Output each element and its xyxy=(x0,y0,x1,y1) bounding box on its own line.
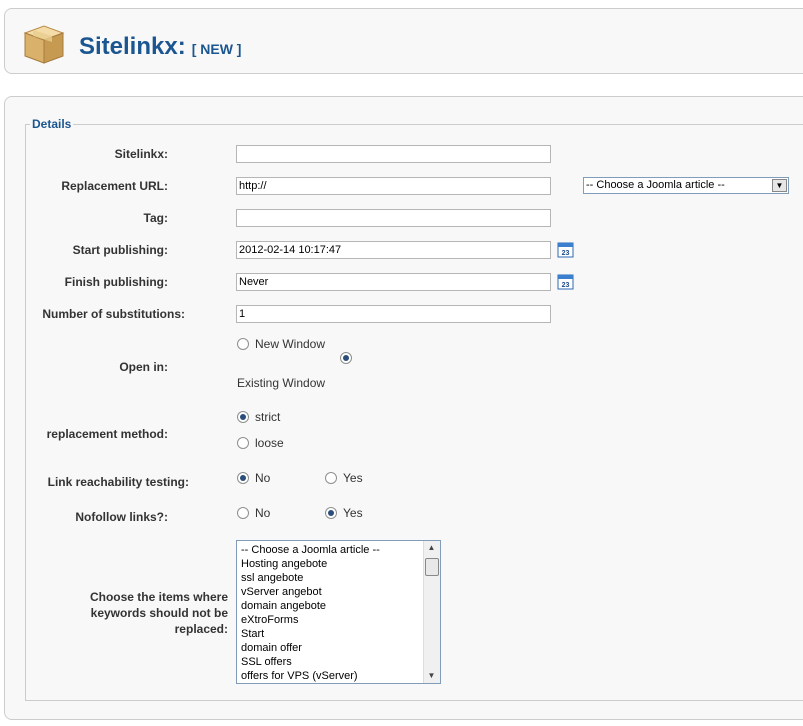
nofollow-yes-radio[interactable] xyxy=(325,507,337,519)
package-box-icon xyxy=(23,25,65,64)
calendar-icon[interactable]: 23 xyxy=(557,273,574,290)
open-in-option-label: New Window xyxy=(255,337,326,351)
open-in-existing-window-radio[interactable] xyxy=(340,352,352,364)
exclude-items-listbox[interactable]: -- Choose a Joomla article -- Hosting an… xyxy=(236,540,441,684)
scroll-down-arrow-icon[interactable]: ▼ xyxy=(424,669,439,683)
list-item[interactable]: -- Choose a Joomla article -- xyxy=(241,543,380,557)
list-item[interactable]: Hosting angebote xyxy=(241,557,380,571)
list-item[interactable]: eXtroForms xyxy=(241,613,380,627)
list-item[interactable]: SSL offers xyxy=(241,655,380,669)
start-publishing-label: Start publishing: xyxy=(72,243,168,257)
open-in-option-label: Existing Window xyxy=(237,376,326,390)
page-title-text: Sitelinkx: xyxy=(79,33,186,60)
svg-text:23: 23 xyxy=(562,282,570,289)
page-header: Sitelinkx: [ NEW ] xyxy=(4,8,803,74)
nofollow-option-label: Yes xyxy=(343,506,363,520)
replacement-option-label: strict xyxy=(255,410,281,424)
dropdown-arrow-icon[interactable]: ▼ xyxy=(772,179,787,192)
finish-publishing-label: Finish publishing: xyxy=(64,275,168,289)
nofollow-label: Nofollow links?: xyxy=(75,510,168,524)
page-title-tag: [ NEW ] xyxy=(191,41,242,57)
exclude-items-label-line: Choose the items where xyxy=(89,590,228,604)
replacement-url-label: Replacement URL: xyxy=(61,179,168,193)
sitelinkx-label: Sitelinkx: xyxy=(114,147,168,161)
replacement-option-label: loose xyxy=(255,436,284,450)
finish-publishing-input[interactable] xyxy=(236,273,551,291)
nofollow-no-radio[interactable] xyxy=(237,507,249,519)
page-title: Sitelinkx: [ NEW ] xyxy=(79,33,241,61)
tag-label: Tag: xyxy=(143,211,168,225)
nofollow-option-label: No xyxy=(255,506,271,520)
calendar-icon[interactable]: 23 xyxy=(557,241,574,258)
exclude-items-label: Choose the items where keywords should n… xyxy=(30,589,228,637)
reachability-yes-radio[interactable] xyxy=(325,472,337,484)
reachability-option-label: Yes xyxy=(343,471,363,485)
reachability-label: Link reachability testing: xyxy=(47,475,189,489)
substitutions-label: Number of substitutions: xyxy=(42,307,185,321)
replacement-url-input[interactable] xyxy=(236,177,551,195)
list-item[interactable]: offers for VPS (vServer) xyxy=(241,669,380,683)
article-select[interactable]: -- Choose a Joomla article -- ▼ xyxy=(583,177,789,194)
list-item[interactable]: Start xyxy=(241,627,380,641)
tag-input[interactable] xyxy=(236,209,551,227)
replacement-strict-radio[interactable] xyxy=(237,411,249,423)
details-legend: Details xyxy=(32,117,72,131)
list-item[interactable]: domain angebote xyxy=(241,599,380,613)
open-in-label: Open in: xyxy=(119,360,168,374)
start-publishing-input[interactable] xyxy=(236,241,551,259)
replacement-loose-radio[interactable] xyxy=(237,437,249,449)
scroll-up-arrow-icon[interactable]: ▲ xyxy=(424,541,439,555)
reachability-option-label: No xyxy=(255,471,271,485)
exclude-items-label-line: replaced: xyxy=(174,622,228,636)
reachability-no-radio[interactable] xyxy=(237,472,249,484)
exclude-items-label-line: keywords should not be xyxy=(90,606,228,620)
open-in-new-window-radio[interactable] xyxy=(237,338,249,350)
list-item[interactable]: domain offer xyxy=(241,641,380,655)
list-item[interactable]: ssl angebote xyxy=(241,571,380,585)
substitutions-input[interactable] xyxy=(236,305,551,323)
replacement-method-label: replacement method: xyxy=(46,427,168,441)
list-item[interactable]: vServer angebot xyxy=(241,585,380,599)
article-select-value: -- Choose a Joomla article -- xyxy=(586,179,725,191)
exclude-items-list: -- Choose a Joomla article -- Hosting an… xyxy=(241,543,380,683)
sitelinkx-input[interactable] xyxy=(236,145,551,163)
scroll-thumb[interactable] xyxy=(425,558,439,576)
svg-text:23: 23 xyxy=(562,250,570,257)
listbox-scrollbar[interactable]: ▲ ▼ xyxy=(423,541,440,683)
